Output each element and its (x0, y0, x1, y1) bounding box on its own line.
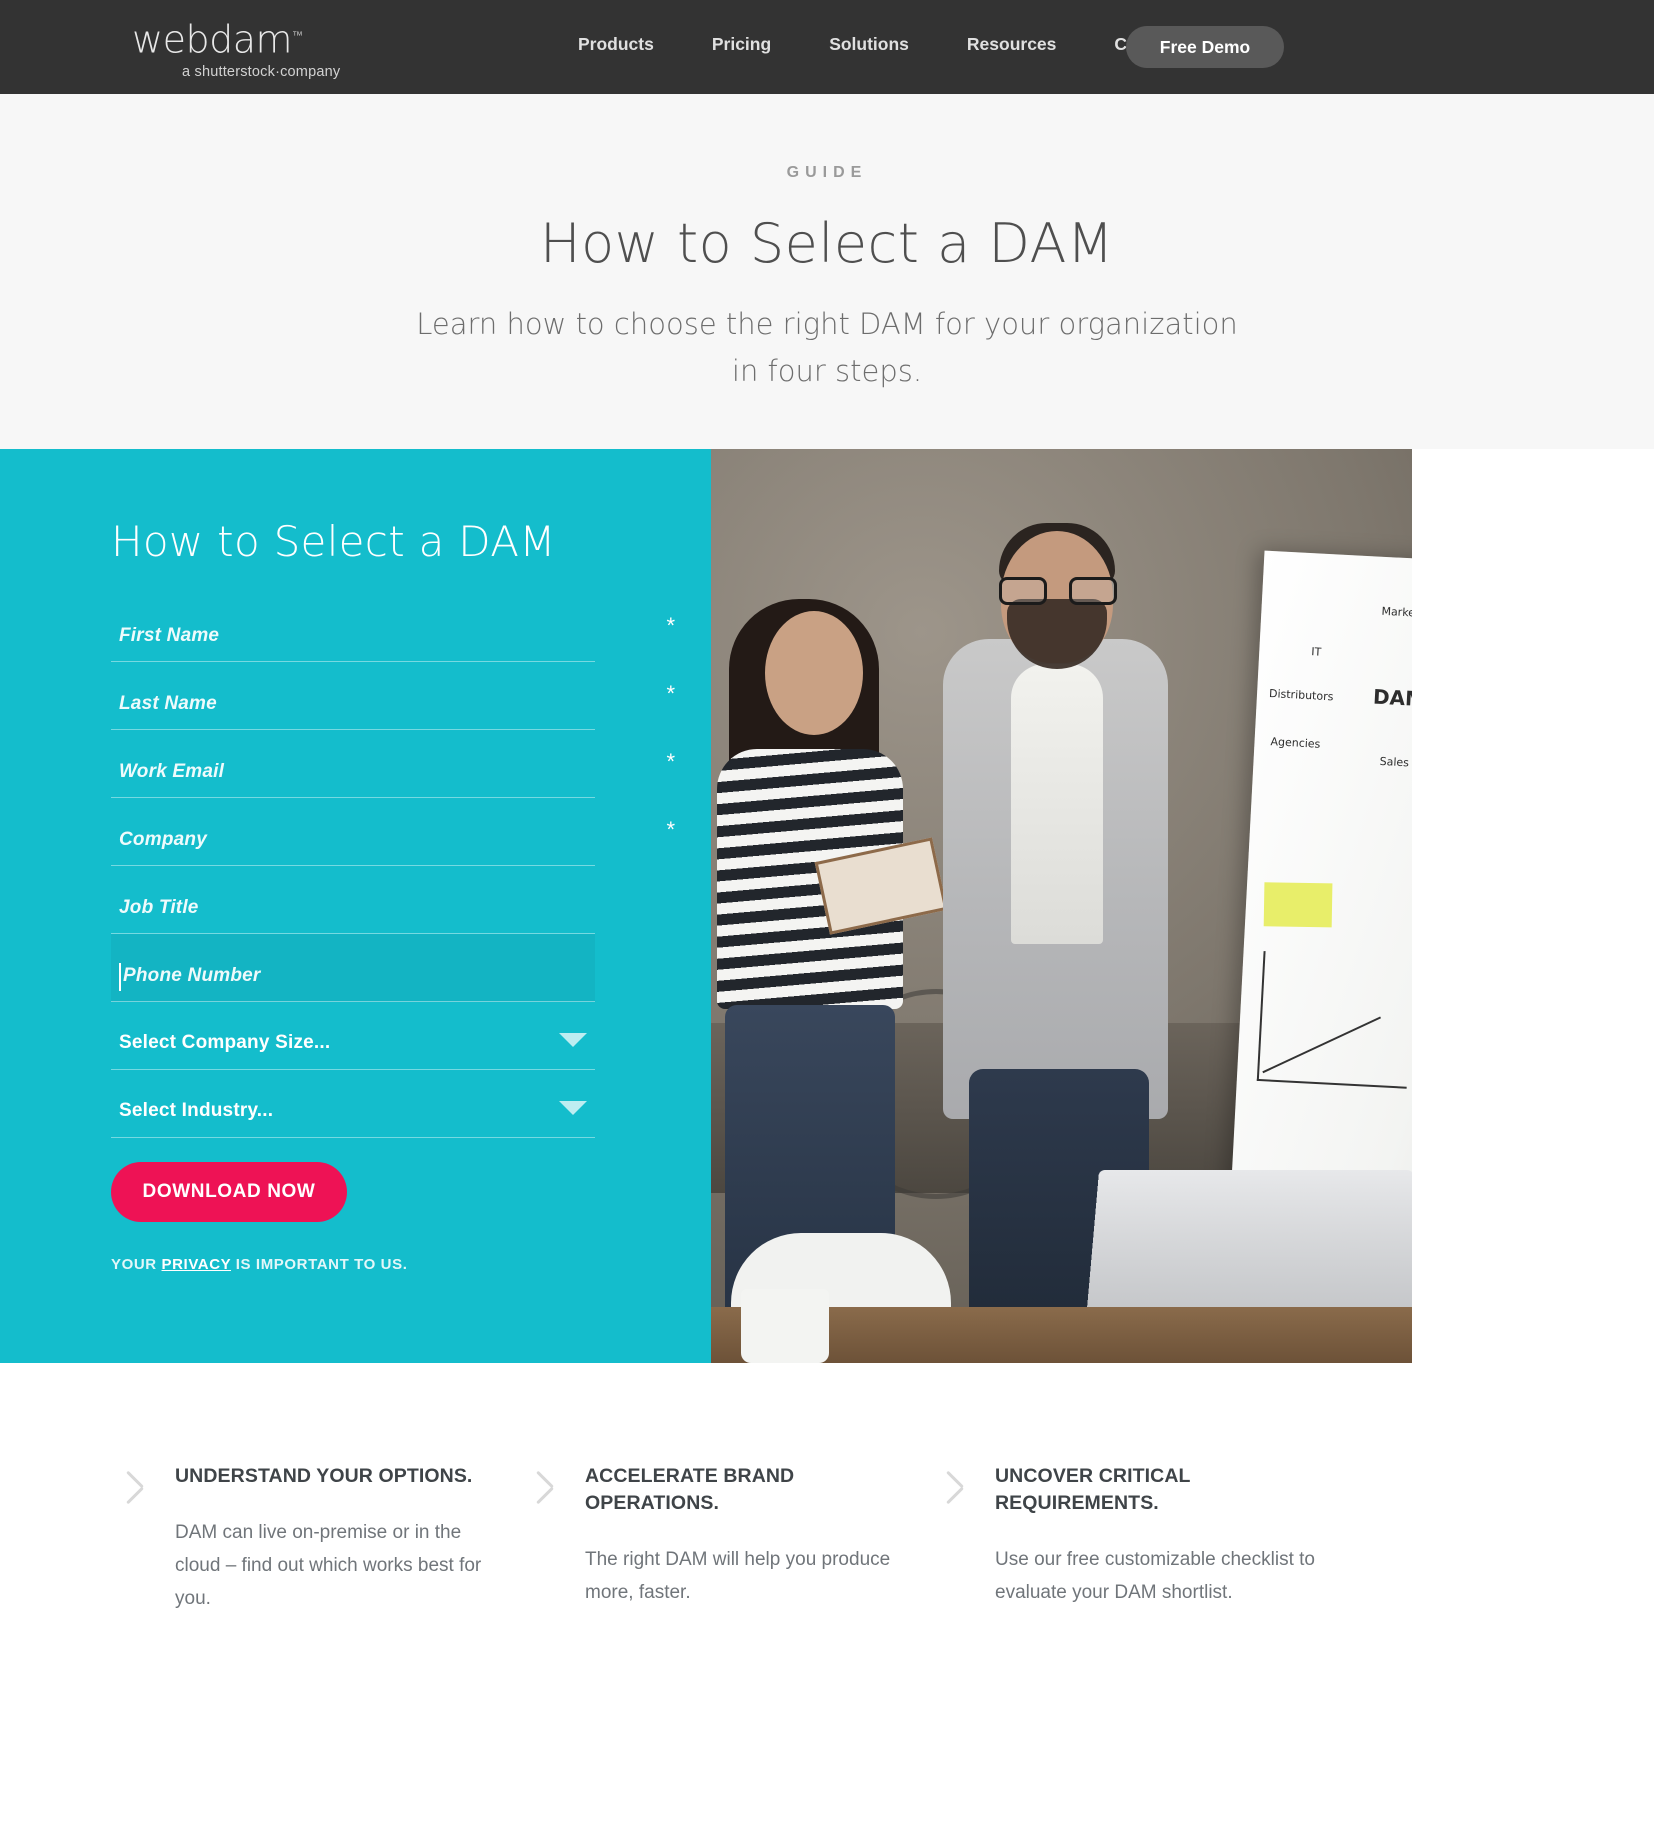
first-name-required-asterisk: * (666, 613, 675, 638)
whiteboard-note-it: IT (1310, 645, 1322, 659)
chevron-right-icon (120, 1467, 146, 1509)
whiteboard-note-distributors: Distributors (1268, 687, 1334, 704)
nav-item-resources[interactable]: Resources (967, 34, 1057, 55)
privacy-notice: YOUR PRIVACY IS IMPORTANT TO US. (111, 1256, 407, 1273)
chevron-right-icon (530, 1467, 556, 1509)
nav-item-solutions[interactable]: Solutions (829, 34, 909, 55)
company-field[interactable]: Company * (111, 798, 675, 866)
company-placeholder: Company (119, 829, 207, 850)
free-demo-button[interactable]: Free Demo (1126, 26, 1284, 68)
hero-subtitle-line-1: Learn how to choose the right DAM for yo… (416, 307, 1238, 341)
privacy-prefix: YOUR (111, 1256, 162, 1273)
feature-body: DAM can live on-premise or in the cloud … (175, 1522, 482, 1609)
phone-number-placeholder: Phone Number (123, 965, 261, 986)
trademark-symbol: ™ (292, 29, 303, 42)
last-name-field[interactable]: Last Name * (111, 662, 675, 730)
industry-selected-label: Select Industry... (119, 1100, 274, 1121)
feature-title: UNCOVER CRITICAL REQUIREMENTS. (995, 1465, 1191, 1514)
photo-coffee-mug (741, 1289, 829, 1363)
form-fields: First Name * Last Name * Work Email * Co… (111, 594, 675, 1138)
feature-title: ACCELERATE BRAND OPERATIONS. (585, 1465, 795, 1514)
hero-subtitle-line-2: in four steps. (731, 354, 923, 388)
hero-eyebrow: GUIDE (786, 164, 868, 181)
privacy-policy-link[interactable]: PRIVACY (162, 1256, 232, 1273)
top-navigation-bar: webdam™ a shutterstock·company Products … (0, 0, 1654, 94)
company-size-selected-label: Select Company Size... (119, 1032, 331, 1053)
feature-title: UNDERSTAND YOUR OPTIONS. (175, 1465, 473, 1487)
first-name-placeholder: First Name (119, 625, 220, 646)
logo-tagline: a shutterstock·company (182, 63, 341, 80)
whiteboard-note-marketing: Marketing (1381, 604, 1412, 621)
whiteboard-note-agencies: Agencies (1270, 735, 1321, 751)
nav-item-products[interactable]: Products (578, 34, 654, 55)
job-title-placeholder: Job Title (119, 897, 199, 918)
lead-capture-form-panel: How to Select a DAM First Name * Last Na… (0, 449, 711, 1363)
whiteboard-sticky-note (1263, 882, 1333, 928)
text-cursor (119, 963, 121, 991)
phone-number-field[interactable]: Phone Number (111, 934, 595, 1002)
photo-man-glasses (999, 577, 1117, 605)
feature-body: Use our free customizable checklist to e… (995, 1549, 1315, 1603)
form-heading: How to Select a DAM (111, 517, 556, 566)
industry-select[interactable]: Select Industry... (111, 1070, 595, 1138)
download-now-button[interactable]: DOWNLOAD NOW (111, 1162, 347, 1222)
work-email-placeholder: Work Email (119, 761, 225, 782)
job-title-field[interactable]: Job Title (111, 866, 595, 934)
photo-woman-head (765, 611, 863, 735)
hero-subtitle: Learn how to choose the right DAM for yo… (0, 301, 1654, 395)
feature-accelerate-brand-operations: ACCELERATE BRAND OPERATIONS. The right D… (530, 1463, 910, 1609)
work-email-field[interactable]: Work Email * (111, 730, 675, 798)
whiteboard-note-dam: DAM (1372, 684, 1412, 712)
hero-section: GUIDE How to Select a DAM Learn how to c… (0, 94, 1654, 449)
whiteboard-note-sales: Sales (1379, 754, 1410, 770)
primary-nav-links: Products Pricing Solutions Resources Cus… (578, 34, 1206, 55)
photo-man-tshirt (1011, 664, 1103, 944)
form-and-image-band: How to Select a DAM First Name * Last Na… (0, 449, 1654, 1363)
last-name-required-asterisk: * (666, 681, 675, 706)
feature-body: The right DAM will help you produce more… (585, 1549, 891, 1603)
feature-understand-options: UNDERSTAND YOUR OPTIONS. DAM can live on… (120, 1463, 500, 1615)
hero-photograph: Marketing Design IT Distributors DAM COM… (711, 449, 1412, 1363)
company-size-select[interactable]: Select Company Size... (111, 1002, 595, 1070)
first-name-field[interactable]: First Name * (111, 594, 675, 662)
last-name-placeholder: Last Name (119, 693, 217, 714)
company-required-asterisk: * (666, 817, 675, 842)
site-logo[interactable]: webdam™ a shutterstock·company (132, 14, 432, 80)
chevron-down-icon (559, 1033, 587, 1047)
privacy-suffix: IS IMPORTANT TO US. (231, 1256, 408, 1273)
features-section: UNDERSTAND YOUR OPTIONS. DAM can live on… (0, 1363, 1654, 1837)
page-title: How to Select a DAM (539, 212, 1115, 275)
logo-wordmark: webdam™ (132, 17, 303, 62)
work-email-required-asterisk: * (666, 749, 675, 774)
whiteboard-line-chart (1256, 951, 1412, 1089)
nav-item-pricing[interactable]: Pricing (712, 34, 771, 55)
chevron-down-icon (559, 1101, 587, 1115)
feature-uncover-critical-requirements: UNCOVER CRITICAL REQUIREMENTS. Use our f… (940, 1463, 1320, 1609)
chevron-right-icon (940, 1467, 966, 1509)
